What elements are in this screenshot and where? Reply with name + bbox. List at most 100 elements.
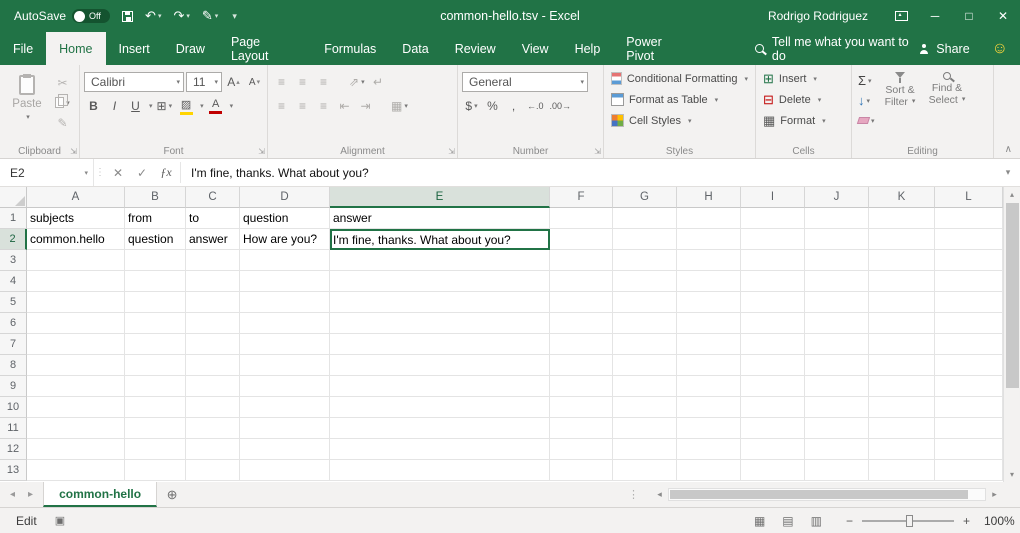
fill-color-dropdown-icon[interactable]: ▾ (200, 102, 204, 110)
cell-F6[interactable] (550, 313, 613, 334)
cell-K4[interactable] (869, 271, 935, 292)
tell-me-box[interactable]: Tell me what you want to do (755, 32, 919, 65)
cell-A9[interactable] (27, 376, 125, 397)
cell-D2[interactable]: How are you? (240, 229, 330, 250)
cell-L9[interactable] (935, 376, 1003, 397)
feedback-smiley-icon[interactable]: ☺ (992, 32, 1008, 65)
cell-D7[interactable] (240, 334, 330, 355)
zoom-in-icon[interactable]: + (963, 514, 970, 528)
fill-color-button[interactable]: ▨ (176, 96, 196, 116)
cell-F9[interactable] (550, 376, 613, 397)
cell-E12[interactable] (330, 439, 550, 460)
conditional-formatting-button[interactable]: Conditional Formatting▾ (608, 68, 751, 89)
cell-C7[interactable] (186, 334, 240, 355)
cell-F1[interactable] (550, 208, 613, 229)
new-sheet-button[interactable]: ⊕ (157, 482, 187, 507)
cell-J7[interactable] (805, 334, 869, 355)
cell-L3[interactable] (935, 250, 1003, 271)
tab-view[interactable]: View (509, 32, 562, 65)
cell-C1[interactable]: to (186, 208, 240, 229)
cell-G3[interactable] (613, 250, 677, 271)
collapse-ribbon-icon[interactable]: ∧ (1005, 144, 1012, 155)
cell-H10[interactable] (677, 397, 741, 418)
formula-input[interactable]: I'm fine, thanks. What about you? (183, 159, 996, 186)
align-left-button[interactable]: ≡ (272, 96, 291, 116)
cell-E6[interactable] (330, 313, 550, 334)
cell-D13[interactable] (240, 460, 330, 481)
column-header-L[interactable]: L (935, 187, 1003, 208)
orientation-button[interactable]: ⇗▾ (347, 72, 367, 92)
cell-E10[interactable] (330, 397, 550, 418)
cell-C8[interactable] (186, 355, 240, 376)
tab-power-pivot[interactable]: Power Pivot (613, 32, 703, 65)
cell-G11[interactable] (613, 418, 677, 439)
row-header-1[interactable]: 1 (0, 208, 27, 229)
cell-B9[interactable] (125, 376, 186, 397)
cell-G4[interactable] (613, 271, 677, 292)
cell-G5[interactable] (613, 292, 677, 313)
cell-A5[interactable] (27, 292, 125, 313)
column-header-K[interactable]: K (869, 187, 935, 208)
increase-decimal-button[interactable]: ←.0 (525, 96, 546, 116)
column-header-G[interactable]: G (613, 187, 677, 208)
cell-D8[interactable] (240, 355, 330, 376)
format-cells-button[interactable]: ▦Format▾ (760, 110, 847, 131)
autosave-toggle[interactable]: AutoSave Off (14, 9, 110, 23)
cell-I11[interactable] (741, 418, 805, 439)
cell-J2[interactable] (805, 229, 869, 250)
cell-A8[interactable] (27, 355, 125, 376)
cell-B6[interactable] (125, 313, 186, 334)
cell-D11[interactable] (240, 418, 330, 439)
cell-A4[interactable] (27, 271, 125, 292)
cell-G2[interactable] (613, 229, 677, 250)
cell-C4[interactable] (186, 271, 240, 292)
font-name-combo[interactable]: Calibri▾ (84, 72, 184, 92)
cell-B12[interactable] (125, 439, 186, 460)
cell-E1[interactable]: answer (330, 208, 550, 229)
row-header-3[interactable]: 3 (0, 250, 27, 271)
cell-styles-button[interactable]: Cell Styles▾ (608, 110, 751, 131)
column-header-B[interactable]: B (125, 187, 186, 208)
row-header-8[interactable]: 8 (0, 355, 27, 376)
underline-button[interactable]: U (126, 96, 145, 116)
scroll-down-icon[interactable]: ▾ (1004, 467, 1020, 482)
percent-style-button[interactable]: % (483, 96, 502, 116)
user-name[interactable]: Rodrigo Rodriguez (768, 9, 868, 23)
format-painter-button[interactable]: ✎ (53, 115, 72, 130)
autosum-button[interactable]: Σ▾ (856, 71, 877, 90)
cell-A2[interactable]: common.hello (27, 229, 125, 250)
cell-K1[interactable] (869, 208, 935, 229)
font-color-dropdown-icon[interactable]: ▾ (230, 102, 234, 110)
tab-file[interactable]: File (0, 32, 46, 65)
zoom-slider[interactable] (862, 520, 954, 522)
column-header-C[interactable]: C (186, 187, 240, 208)
cell-G9[interactable] (613, 376, 677, 397)
cell-A13[interactable] (27, 460, 125, 481)
cell-L13[interactable] (935, 460, 1003, 481)
cell-H8[interactable] (677, 355, 741, 376)
cell-D9[interactable] (240, 376, 330, 397)
paste-button[interactable]: Paste ▾ (4, 68, 50, 144)
row-header-11[interactable]: 11 (0, 418, 27, 439)
cell-B11[interactable] (125, 418, 186, 439)
increase-indent-button[interactable]: ⇥ (356, 96, 375, 116)
cell-F13[interactable] (550, 460, 613, 481)
zoom-level[interactable]: 100% (984, 514, 1020, 528)
sort-filter-button[interactable]: Sort & Filter▾ (877, 68, 924, 144)
cell-H2[interactable] (677, 229, 741, 250)
cell-B5[interactable] (125, 292, 186, 313)
cell-D4[interactable] (240, 271, 330, 292)
cell-E11[interactable] (330, 418, 550, 439)
cell-B7[interactable] (125, 334, 186, 355)
align-top-button[interactable]: ≡ (272, 72, 291, 92)
minimize-button[interactable]: ─ (918, 0, 952, 32)
row-header-6[interactable]: 6 (0, 313, 27, 334)
cell-L7[interactable] (935, 334, 1003, 355)
merge-center-button[interactable]: ▦▾ (389, 96, 410, 116)
cell-I4[interactable] (741, 271, 805, 292)
cell-H9[interactable] (677, 376, 741, 397)
tab-splitter-icon[interactable]: ⋮ (628, 488, 641, 501)
cell-G6[interactable] (613, 313, 677, 334)
cell-L4[interactable] (935, 271, 1003, 292)
customize-qat-button[interactable]: ▾ (230, 11, 237, 22)
